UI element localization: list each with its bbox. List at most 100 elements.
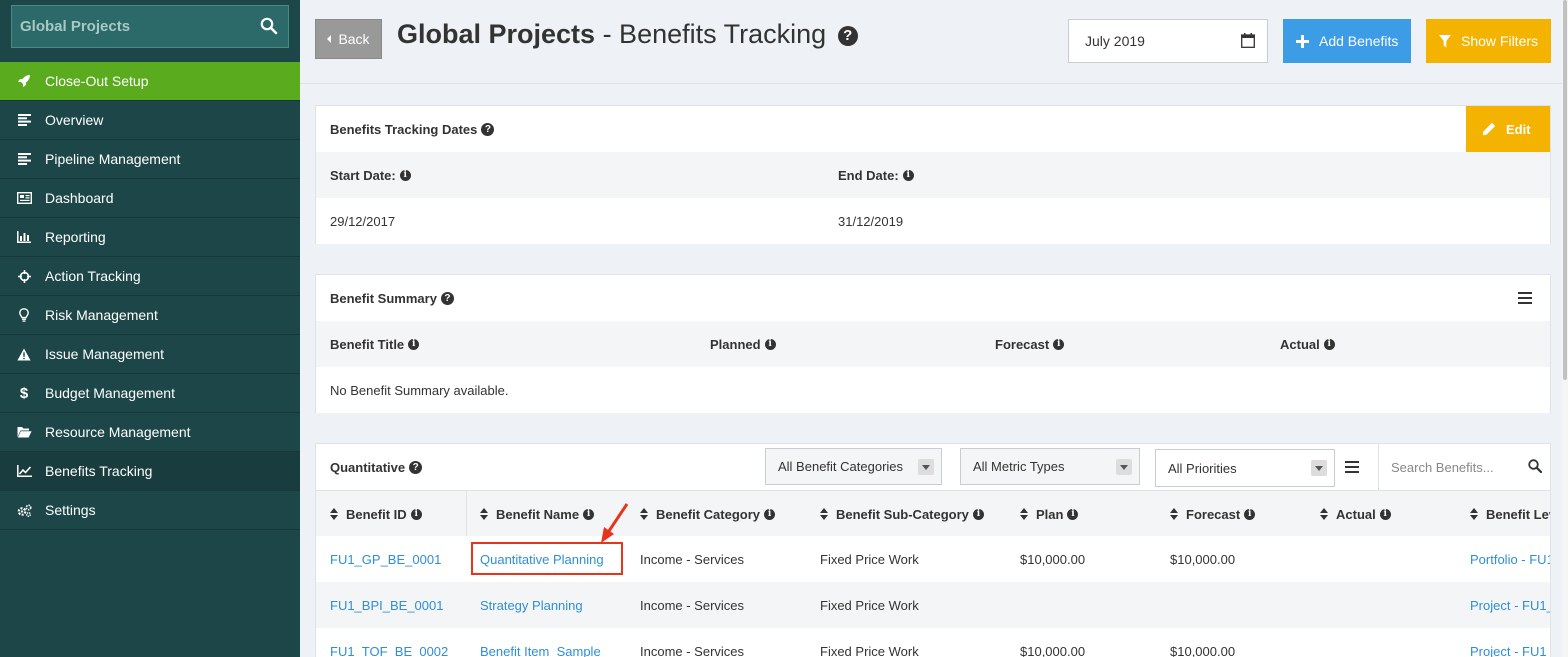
info-icon[interactable]: i bbox=[972, 508, 984, 520]
page-title-section: - Benefits Tracking bbox=[595, 19, 827, 49]
sidebar-item-overview[interactable]: Overview bbox=[0, 101, 300, 140]
info-icon[interactable]: i bbox=[902, 169, 914, 181]
sidebar-item-benefits-tracking[interactable]: Benefits Tracking bbox=[0, 452, 300, 491]
column-header-forecast[interactable]: Forecast i bbox=[1170, 491, 1256, 537]
newspaper-icon bbox=[16, 190, 32, 206]
column-header-benefit-id[interactable]: Benefit ID i bbox=[330, 491, 422, 537]
lightbulb-icon bbox=[16, 307, 32, 323]
benefit-level-link[interactable]: Project - FU1_ bbox=[1470, 582, 1550, 628]
column-header-text: Forecast bbox=[995, 336, 1050, 352]
sort-icon bbox=[1020, 508, 1028, 520]
benefit-category-cell: Income - Services bbox=[640, 643, 745, 657]
search-benefits-input[interactable]: Search Benefits... bbox=[1378, 444, 1550, 490]
column-header-text: Benefit ID bbox=[346, 506, 407, 522]
sort-icon bbox=[330, 508, 338, 520]
sidebar-item-risk-management[interactable]: Risk Management bbox=[0, 296, 300, 335]
panel-title: Benefit Summary bbox=[330, 290, 437, 306]
column-header-text: Benefit Lev bbox=[1486, 506, 1551, 522]
benefit-name-link[interactable]: Quantitative Planning bbox=[480, 536, 604, 582]
priorities-select[interactable]: All Priorities bbox=[1155, 449, 1335, 487]
panel-title: Benefits Tracking Dates bbox=[330, 121, 478, 137]
info-icon[interactable]: i bbox=[1379, 508, 1391, 520]
benefit-name-link[interactable]: Benefit Item_Sample bbox=[480, 628, 601, 657]
column-header-benefit-level[interactable]: Benefit Lev bbox=[1470, 491, 1551, 537]
benefit-id-link[interactable]: FU1_BPI_BE_0001 bbox=[330, 582, 443, 628]
column-header-text: Actual bbox=[1336, 506, 1376, 522]
sidebar-item-issue-management[interactable]: Issue Management bbox=[0, 335, 300, 374]
info-icon[interactable]: i bbox=[1053, 338, 1065, 350]
sidebar-item-label: Close-Out Setup bbox=[45, 73, 149, 89]
sidebar-item-dashboard[interactable]: Dashboard bbox=[0, 179, 300, 218]
help-icon[interactable]: ? bbox=[409, 460, 423, 474]
start-date-label: Start Date: i bbox=[330, 152, 411, 198]
sort-icon bbox=[640, 508, 648, 520]
panel-header: Benefits Tracking Dates? Edit bbox=[316, 106, 1550, 152]
info-icon[interactable]: i bbox=[764, 508, 776, 520]
search-icon[interactable] bbox=[260, 17, 278, 35]
panel-header: Quantitative? All Benefit Categories All… bbox=[316, 444, 1550, 490]
column-header: Planned i bbox=[710, 321, 776, 367]
column-header-text: Benefit Sub-Category bbox=[836, 506, 969, 522]
menu-icon[interactable] bbox=[1518, 292, 1532, 304]
sidebar-item-close-out-setup[interactable]: Close-Out Setup bbox=[0, 62, 300, 101]
info-icon[interactable]: i bbox=[764, 338, 776, 350]
column-header-actual[interactable]: Actual i bbox=[1320, 491, 1391, 537]
column-header: Forecast i bbox=[995, 321, 1065, 367]
panel-header: Benefit Summary? bbox=[316, 275, 1550, 321]
info-icon[interactable]: i bbox=[1244, 508, 1256, 520]
month-picker-input[interactable]: July 2019 bbox=[1068, 19, 1268, 63]
menu-icon[interactable] bbox=[1345, 461, 1359, 473]
select-value: All Metric Types bbox=[973, 459, 1065, 474]
column-header-text: Actual bbox=[1280, 336, 1320, 352]
back-button[interactable]: Back bbox=[315, 19, 382, 59]
benefit-level-link[interactable]: Project - FU1_ bbox=[1470, 628, 1550, 657]
column-header-text: Benefit Name bbox=[496, 506, 580, 522]
sidebar-item-label: Pipeline Management bbox=[45, 151, 181, 167]
column-header-benefit-sub-category[interactable]: Benefit Sub-Category i bbox=[820, 491, 984, 537]
summary-header-row: Benefit Title i Planned i Forecast i Actual… bbox=[316, 321, 1550, 367]
show-filters-button[interactable]: Show Filters bbox=[1426, 19, 1551, 63]
sidebar-search-input[interactable]: Global Projects bbox=[11, 5, 289, 48]
sidebar-item-action-tracking[interactable]: Action Tracking bbox=[0, 257, 300, 296]
sidebar-item-reporting[interactable]: Reporting bbox=[0, 218, 300, 257]
benefit-name-link[interactable]: Strategy Planning bbox=[480, 582, 583, 628]
info-icon[interactable]: i bbox=[1323, 338, 1335, 350]
sidebar-item-settings[interactable]: Settings bbox=[0, 491, 300, 530]
filter-icon bbox=[1439, 34, 1451, 48]
info-icon[interactable]: i bbox=[399, 169, 411, 181]
edit-button[interactable]: Edit bbox=[1466, 106, 1550, 152]
benefit-id-link[interactable]: FU1_GP_BE_0001 bbox=[330, 536, 441, 582]
column-header-benefit-name[interactable]: Benefit Name i bbox=[480, 491, 595, 537]
sidebar-item-budget-management[interactable]: $ Budget Management bbox=[0, 374, 300, 413]
page-title: Global Projects - Benefits Tracking ? bbox=[397, 19, 858, 50]
warning-icon bbox=[16, 346, 32, 362]
page-scrollbar[interactable] bbox=[1562, 0, 1568, 657]
column-header-plan[interactable]: Plan i bbox=[1020, 491, 1079, 537]
info-icon[interactable]: i bbox=[410, 508, 422, 520]
chevron-down-icon bbox=[1116, 459, 1132, 475]
empty-message: No Benefit Summary available. bbox=[330, 382, 509, 398]
sidebar-item-resource-management[interactable]: Resource Management bbox=[0, 413, 300, 452]
sidebar-item-pipeline-management[interactable]: Pipeline Management bbox=[0, 140, 300, 179]
benefit-level-link[interactable]: Portfolio - FU1 bbox=[1470, 536, 1550, 582]
info-icon[interactable]: i bbox=[408, 338, 420, 350]
table-header-row: Benefit ID i Benefit Name i Benefit Catego… bbox=[316, 490, 1551, 537]
help-icon[interactable]: ? bbox=[837, 26, 858, 46]
page-title-project: Global Projects bbox=[397, 19, 596, 49]
help-icon[interactable]: ? bbox=[481, 122, 495, 136]
help-icon[interactable]: ? bbox=[440, 291, 454, 305]
info-icon[interactable]: i bbox=[1067, 508, 1079, 520]
align-left-icon bbox=[16, 151, 32, 167]
add-benefits-button[interactable]: Add Benefits bbox=[1283, 19, 1411, 63]
plan-cell: $10,000.00 bbox=[1020, 551, 1086, 567]
page-header: Back Global Projects - Benefits Tracking… bbox=[300, 0, 1562, 84]
calendar-icon[interactable] bbox=[1241, 33, 1255, 51]
info-icon[interactable]: i bbox=[583, 508, 595, 520]
metric-types-select[interactable]: All Metric Types bbox=[960, 448, 1140, 485]
end-date-label: End Date: i bbox=[838, 152, 914, 198]
benefit-categories-select[interactable]: All Benefit Categories bbox=[765, 448, 942, 485]
scrollbar-thumb[interactable] bbox=[1563, 0, 1567, 380]
search-icon[interactable] bbox=[1528, 459, 1543, 476]
column-header-benefit-category[interactable]: Benefit Category i bbox=[640, 491, 776, 537]
benefit-id-link[interactable]: FU1_TOF_BE_0002 bbox=[330, 628, 448, 657]
